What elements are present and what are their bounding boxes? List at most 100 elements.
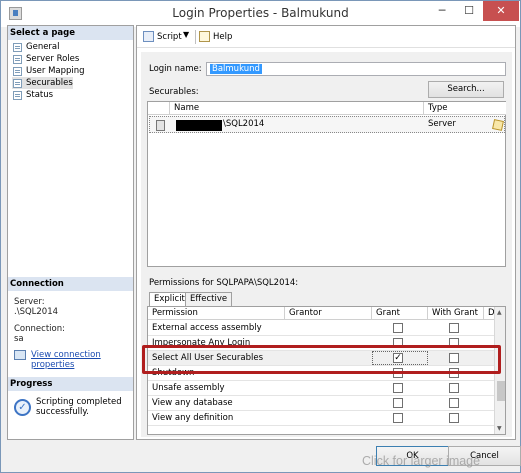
table-row[interactable]: View any definition — [148, 411, 494, 426]
grant-checkbox[interactable] — [393, 323, 403, 333]
title-bar: Login Properties - Balmukund ─ ☐ ✕ — [1, 1, 520, 27]
with-grant-column-header[interactable]: With Grant — [428, 307, 484, 320]
maximize-button[interactable]: ☐ — [456, 1, 482, 21]
securables-grid[interactable]: Name Type \SQL2014 Server — [147, 101, 506, 267]
table-row[interactable]: External access assembly — [148, 321, 494, 336]
with-grant-checkbox[interactable] — [449, 413, 459, 423]
permission-column-header[interactable]: Permission — [148, 307, 285, 320]
minimize-button[interactable]: ─ — [429, 1, 455, 21]
securables-label: Securables: — [149, 87, 199, 97]
server-label: Server: — [14, 297, 45, 307]
permissions-grid[interactable]: Permission Grantor Grant With Grant D Ex… — [147, 306, 506, 435]
check-circle-icon: ✓ — [14, 399, 31, 416]
with-grant-checkbox[interactable] — [449, 383, 459, 393]
permission-name: View any database — [152, 398, 233, 408]
page-label: General — [26, 42, 60, 52]
page-label: Server Roles — [26, 54, 80, 64]
script-dropdown-arrow-icon[interactable]: ▼ — [183, 30, 189, 39]
page-label: User Mapping — [26, 66, 85, 76]
tab-explicit[interactable]: Explicit — [149, 292, 190, 307]
server-value: .\SQL2014 — [14, 307, 59, 317]
page-label: Status — [26, 90, 54, 100]
permissions-label: Permissions for SQLPAPA\SQL2014: — [149, 278, 299, 288]
permissions-scrollbar[interactable]: ▲ ▼ — [494, 307, 505, 434]
view-connection-properties-label: View connection properties — [31, 350, 101, 370]
edit-icon[interactable] — [492, 119, 504, 131]
grant-column-header[interactable]: Grant — [372, 307, 428, 320]
select-page-header: Select a page — [8, 26, 133, 40]
page-server-roles[interactable]: Server Roles — [12, 53, 79, 65]
progress-header: Progress — [8, 377, 133, 391]
help-button[interactable]: Help — [198, 30, 232, 44]
left-pane: Select a page General Server Roles User … — [7, 25, 134, 440]
connection-properties-icon — [14, 350, 26, 360]
search-button[interactable]: Search... — [428, 81, 504, 98]
login-properties-dialog: Login Properties - Balmukund ─ ☐ ✕ Selec… — [0, 0, 521, 473]
help-label: Help — [213, 32, 233, 42]
redacted-server-name — [176, 120, 222, 131]
icon-column-header — [148, 102, 170, 115]
script-icon — [143, 31, 154, 42]
page-icon — [13, 43, 22, 52]
login-name-label: Login name: — [149, 64, 202, 74]
securable-type: Server — [428, 119, 456, 129]
with-grant-checkbox[interactable] — [449, 398, 459, 408]
grant-checkbox[interactable] — [393, 398, 403, 408]
scroll-down-icon[interactable]: ▼ — [497, 425, 502, 432]
table-row[interactable]: Shutdown — [148, 366, 494, 381]
permission-name: Impersonate Any Login — [152, 338, 251, 348]
grant-checkbox[interactable]: ✓ — [393, 353, 403, 363]
page-icon — [13, 79, 22, 88]
page-icon — [13, 67, 22, 76]
watermark-text: Click for larger image — [362, 454, 481, 468]
toolbar: Script ▼ Help — [137, 26, 515, 48]
help-icon — [199, 31, 210, 42]
connection-label: Connection: — [14, 324, 65, 334]
table-row[interactable]: Unsafe assembly — [148, 381, 494, 396]
page-securables[interactable]: Securables — [12, 77, 73, 89]
name-column-header[interactable]: Name — [170, 102, 424, 115]
grant-checkbox[interactable] — [393, 338, 403, 348]
grantor-column-header[interactable]: Grantor — [285, 307, 372, 320]
deny-column-header[interactable]: D — [484, 307, 495, 320]
grant-checkbox[interactable] — [393, 413, 403, 423]
with-grant-checkbox[interactable] — [449, 353, 459, 363]
page-icon — [13, 91, 22, 100]
script-button[interactable]: Script — [142, 30, 182, 44]
securable-name: \SQL2014 — [223, 119, 265, 129]
page-icon — [13, 55, 22, 64]
permission-name: External access assembly — [152, 323, 262, 333]
table-row[interactable]: Select All User Securables ✓ — [148, 351, 494, 366]
right-pane: Script ▼ Help Login name: Balmukund Secu… — [136, 25, 516, 440]
table-row[interactable]: Impersonate Any Login — [148, 336, 494, 351]
page-general[interactable]: General — [12, 41, 60, 53]
tab-effective[interactable]: Effective — [185, 292, 233, 306]
with-grant-checkbox[interactable] — [449, 338, 459, 348]
permission-name: Shutdown — [152, 368, 195, 378]
permission-name: View any definition — [152, 413, 234, 423]
with-grant-checkbox[interactable] — [449, 368, 459, 378]
close-button[interactable]: ✕ — [483, 1, 519, 21]
grant-checkbox[interactable] — [393, 383, 403, 393]
progress-status: Scripting completed successfully. — [36, 397, 122, 417]
type-column-header[interactable]: Type — [424, 102, 506, 115]
view-connection-properties-link[interactable]: View connection properties — [14, 350, 133, 370]
page-status[interactable]: Status — [12, 89, 53, 101]
table-row[interactable]: View any database — [148, 396, 494, 411]
permission-name: Select All User Securables — [152, 353, 264, 363]
scroll-thumb[interactable] — [497, 381, 505, 401]
script-label: Script — [157, 32, 182, 42]
page-user-mapping[interactable]: User Mapping — [12, 65, 85, 77]
login-name-field[interactable]: Balmukund — [206, 62, 506, 76]
table-row[interactable]: \SQL2014 Server — [149, 116, 505, 133]
connection-value: sa — [14, 334, 24, 344]
connection-header: Connection — [8, 277, 133, 291]
grant-checkbox[interactable] — [393, 368, 403, 378]
server-icon — [156, 120, 165, 131]
page-label: Securables — [26, 78, 73, 88]
scroll-up-icon[interactable]: ▲ — [497, 309, 502, 316]
login-name-value: Balmukund — [210, 64, 262, 74]
toolbar-separator — [195, 30, 196, 44]
with-grant-checkbox[interactable] — [449, 323, 459, 333]
permission-name: Unsafe assembly — [152, 383, 225, 393]
